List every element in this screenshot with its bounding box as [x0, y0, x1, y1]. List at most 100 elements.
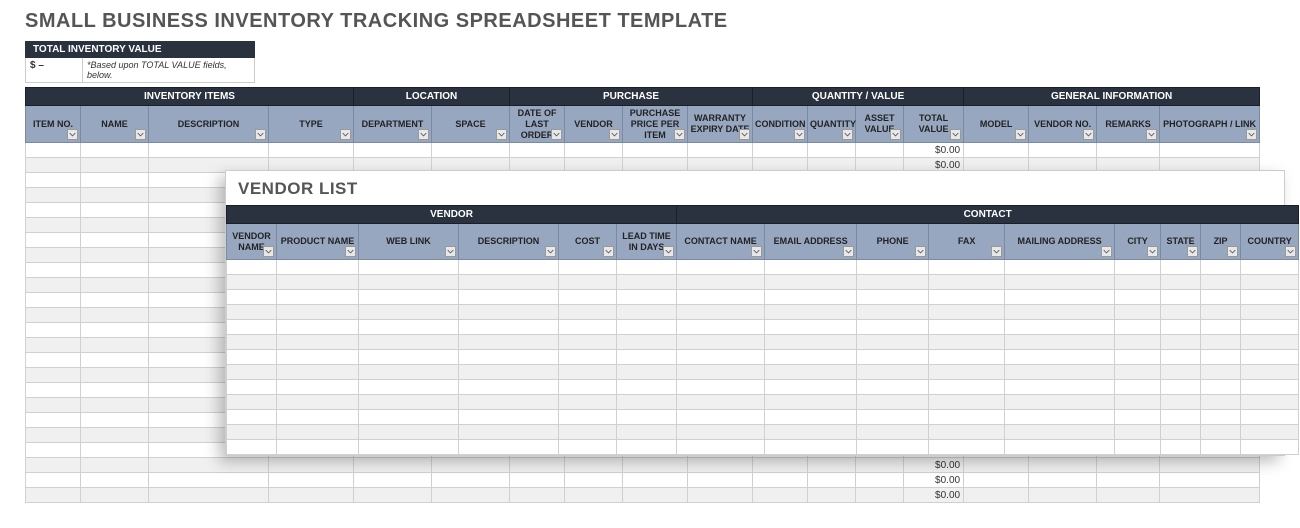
cell[interactable] — [26, 353, 81, 368]
column-header[interactable]: DEPARTMENT — [354, 106, 432, 143]
filter-dropdown-icon[interactable] — [1285, 246, 1296, 257]
cell[interactable] — [1201, 335, 1241, 350]
cell[interactable] — [277, 410, 359, 425]
cell[interactable] — [765, 335, 857, 350]
cell[interactable] — [1005, 365, 1115, 380]
cell[interactable] — [277, 260, 359, 275]
cell[interactable] — [1161, 320, 1201, 335]
cell[interactable] — [1161, 350, 1201, 365]
cell[interactable] — [81, 263, 149, 278]
cell[interactable] — [432, 488, 510, 503]
cell[interactable] — [354, 488, 432, 503]
column-header[interactable]: TYPE — [269, 106, 354, 143]
cell[interactable] — [559, 335, 617, 350]
cell[interactable] — [359, 395, 459, 410]
cell[interactable] — [269, 488, 354, 503]
cell[interactable] — [688, 143, 753, 158]
cell[interactable] — [1115, 350, 1161, 365]
cell[interactable] — [359, 290, 459, 305]
cell[interactable] — [1241, 440, 1299, 455]
table-row[interactable] — [227, 425, 1299, 440]
cell[interactable] — [26, 263, 81, 278]
cell[interactable] — [81, 323, 149, 338]
column-header[interactable]: CONTACT NAME — [677, 224, 765, 260]
cell[interactable] — [753, 488, 808, 503]
cell[interactable] — [26, 458, 81, 473]
cell[interactable] — [1005, 320, 1115, 335]
cell[interactable] — [1241, 395, 1299, 410]
cell[interactable] — [277, 350, 359, 365]
column-header[interactable]: ASSET VALUE — [856, 106, 904, 143]
cell[interactable] — [857, 440, 929, 455]
cell[interactable] — [1005, 290, 1115, 305]
cell[interactable] — [81, 188, 149, 203]
table-row[interactable] — [227, 410, 1299, 425]
filter-dropdown-icon[interactable] — [255, 129, 266, 140]
cell[interactable] — [677, 275, 765, 290]
cell[interactable] — [617, 335, 677, 350]
cell[interactable] — [1201, 440, 1241, 455]
cell[interactable] — [857, 305, 929, 320]
cell[interactable] — [1241, 380, 1299, 395]
cell[interactable] — [1201, 365, 1241, 380]
cell[interactable] — [765, 380, 857, 395]
cell[interactable] — [1160, 143, 1260, 158]
cell[interactable] — [677, 425, 765, 440]
cell[interactable] — [510, 143, 565, 158]
filter-dropdown-icon[interactable] — [345, 246, 356, 257]
cell[interactable] — [81, 308, 149, 323]
cell[interactable] — [227, 365, 277, 380]
cell[interactable] — [765, 305, 857, 320]
cell[interactable] — [1115, 380, 1161, 395]
filter-dropdown-icon[interactable] — [418, 129, 429, 140]
cell[interactable] — [359, 260, 459, 275]
cell[interactable] — [677, 380, 765, 395]
column-header[interactable]: FAX — [929, 224, 1005, 260]
cell[interactable] — [359, 305, 459, 320]
cell[interactable] — [617, 275, 677, 290]
cell[interactable] — [359, 440, 459, 455]
cell[interactable]: $0.00 — [904, 458, 964, 473]
cell[interactable] — [1201, 275, 1241, 290]
cell[interactable] — [510, 473, 565, 488]
cell[interactable] — [753, 458, 808, 473]
cell[interactable] — [1005, 410, 1115, 425]
cell[interactable] — [857, 350, 929, 365]
cell[interactable] — [929, 380, 1005, 395]
cell[interactable] — [1029, 458, 1097, 473]
cell[interactable] — [559, 380, 617, 395]
cell[interactable] — [1115, 395, 1161, 410]
filter-dropdown-icon[interactable] — [1246, 129, 1257, 140]
column-header[interactable]: ZIP — [1201, 224, 1241, 260]
cell[interactable] — [277, 425, 359, 440]
cell[interactable] — [765, 320, 857, 335]
cell[interactable] — [929, 440, 1005, 455]
cell[interactable] — [688, 458, 753, 473]
filter-dropdown-icon[interactable] — [663, 246, 674, 257]
cell[interactable] — [1115, 305, 1161, 320]
cell[interactable] — [1201, 410, 1241, 425]
cell[interactable] — [227, 440, 277, 455]
cell[interactable] — [964, 473, 1029, 488]
cell[interactable] — [617, 410, 677, 425]
cell[interactable] — [1241, 350, 1299, 365]
table-row[interactable]: $0.00 — [26, 458, 1260, 473]
cell[interactable] — [227, 410, 277, 425]
cell[interactable] — [354, 458, 432, 473]
cell[interactable] — [623, 143, 688, 158]
cell[interactable] — [227, 305, 277, 320]
cell[interactable] — [617, 305, 677, 320]
cell[interactable] — [929, 260, 1005, 275]
column-header[interactable]: PRODUCT NAME — [277, 224, 359, 260]
cell[interactable] — [459, 290, 559, 305]
cell[interactable] — [1201, 380, 1241, 395]
cell[interactable] — [459, 350, 559, 365]
table-row[interactable] — [227, 365, 1299, 380]
cell[interactable] — [929, 335, 1005, 350]
cell[interactable] — [26, 158, 81, 173]
cell[interactable] — [565, 488, 623, 503]
cell[interactable] — [677, 440, 765, 455]
cell[interactable] — [765, 410, 857, 425]
cell[interactable] — [765, 425, 857, 440]
cell[interactable] — [26, 233, 81, 248]
